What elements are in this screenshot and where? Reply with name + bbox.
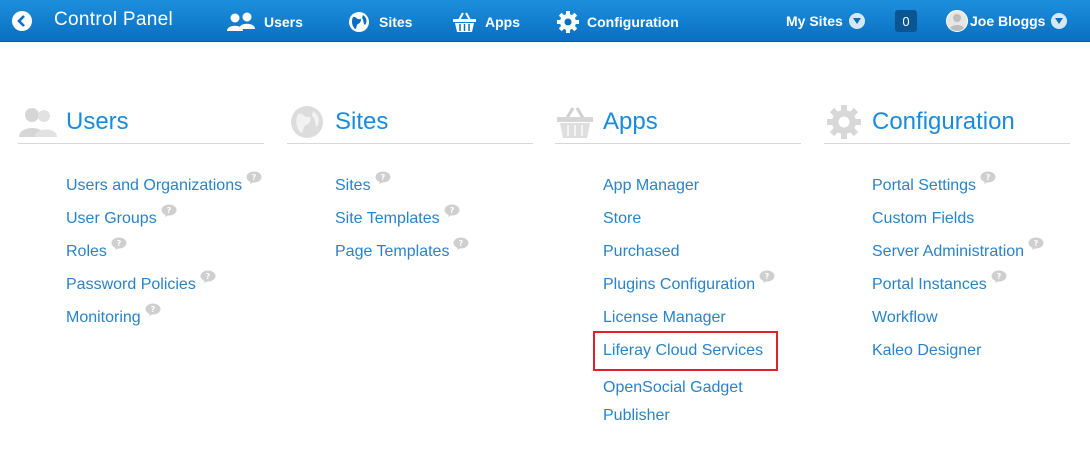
apps-section: Apps App Manager Store Purchased Plugins… bbox=[555, 100, 801, 424]
nav-apps-label: Apps bbox=[485, 14, 520, 30]
link-portal-instances[interactable]: Portal Instances? bbox=[872, 270, 1070, 308]
help-icon[interactable]: ? bbox=[980, 170, 996, 184]
help-icon[interactable]: ? bbox=[1028, 236, 1044, 250]
link-user-groups[interactable]: User Groups? bbox=[66, 204, 264, 242]
sites-section: Sites Sites? Site Templates? Page Templa… bbox=[287, 100, 533, 275]
link-liferay-cloud-services[interactable]: Liferay Cloud Services bbox=[593, 331, 801, 374]
sites-section-header: Sites bbox=[287, 100, 533, 144]
link-site-templates[interactable]: Site Templates? bbox=[335, 204, 533, 242]
svg-text:?: ? bbox=[380, 173, 385, 182]
chevron-down-icon bbox=[848, 13, 865, 29]
svg-text:?: ? bbox=[117, 239, 122, 248]
nav-configuration-label: Configuration bbox=[587, 14, 679, 30]
link-sites[interactable]: Sites? bbox=[335, 171, 533, 209]
svg-text:?: ? bbox=[986, 173, 991, 182]
svg-text:?: ? bbox=[252, 173, 257, 182]
apps-section-title: Apps bbox=[603, 107, 658, 135]
help-icon[interactable]: ? bbox=[111, 236, 127, 250]
link-page-templates[interactable]: Page Templates? bbox=[335, 237, 533, 275]
nav-users[interactable]: Users bbox=[226, 11, 303, 33]
nav-users-label: Users bbox=[264, 14, 303, 30]
link-password-policies[interactable]: Password Policies? bbox=[66, 270, 264, 308]
users-section: Users Users and Organizations? User Grou… bbox=[18, 100, 264, 341]
link-portal-settings[interactable]: Portal Settings? bbox=[872, 171, 1070, 209]
nav-apps[interactable]: Apps bbox=[452, 11, 520, 33]
nav-configuration[interactable]: Configuration bbox=[557, 11, 679, 33]
help-icon[interactable]: ? bbox=[200, 269, 216, 283]
app-title[interactable]: Control Panel bbox=[54, 9, 173, 31]
link-store[interactable]: Store bbox=[603, 209, 801, 242]
svg-text:?: ? bbox=[166, 206, 171, 215]
help-icon[interactable]: ? bbox=[161, 203, 177, 217]
link-kaleo-designer[interactable]: Kaleo Designer bbox=[872, 341, 1070, 374]
back-button[interactable] bbox=[12, 11, 32, 31]
configuration-section-title: Configuration bbox=[872, 107, 1015, 135]
configuration-link-list: Portal Settings? Custom Fields Server Ad… bbox=[824, 171, 1070, 374]
apps-link-list: App Manager Store Purchased Plugins Conf… bbox=[555, 176, 801, 424]
help-icon[interactable]: ? bbox=[759, 269, 775, 283]
svg-text:?: ? bbox=[449, 206, 454, 215]
users-icon bbox=[227, 12, 255, 31]
users-section-title: Users bbox=[66, 107, 129, 135]
sites-section-title: Sites bbox=[335, 107, 389, 135]
user-menu[interactable]: Joe Bloggs bbox=[946, 10, 1068, 32]
svg-text:?: ? bbox=[150, 305, 155, 314]
nav-sites-label: Sites bbox=[379, 14, 413, 30]
link-roles[interactable]: Roles? bbox=[66, 237, 264, 275]
svg-text:?: ? bbox=[996, 272, 1001, 281]
configuration-section-header: Configuration bbox=[824, 100, 1070, 144]
my-sites-menu[interactable]: My Sites bbox=[786, 13, 865, 29]
basket-icon bbox=[453, 12, 476, 32]
globe-icon bbox=[349, 12, 369, 32]
help-icon[interactable]: ? bbox=[991, 269, 1007, 283]
svg-text:?: ? bbox=[459, 239, 464, 248]
notification-count-badge[interactable]: 0 bbox=[895, 10, 917, 32]
top-navigation-bar: Control Panel Users Sites Apps Configura… bbox=[0, 0, 1090, 42]
globe-icon bbox=[287, 104, 327, 140]
basket-icon bbox=[555, 104, 595, 140]
users-link-list: Users and Organizations? User Groups? Ro… bbox=[18, 171, 264, 341]
help-icon[interactable]: ? bbox=[246, 170, 262, 184]
help-icon[interactable]: ? bbox=[145, 302, 161, 316]
link-plugins-configuration[interactable]: Plugins Configuration? bbox=[603, 270, 801, 308]
help-icon[interactable]: ? bbox=[444, 203, 460, 217]
help-icon[interactable]: ? bbox=[453, 236, 469, 250]
user-name: Joe Bloggs bbox=[970, 13, 1046, 29]
help-icon[interactable]: ? bbox=[375, 170, 391, 184]
link-workflow[interactable]: Workflow bbox=[872, 308, 1070, 341]
link-app-manager[interactable]: App Manager bbox=[603, 176, 801, 209]
nav-sites[interactable]: Sites bbox=[347, 11, 412, 33]
chevron-down-icon bbox=[1051, 13, 1068, 29]
link-monitoring[interactable]: Monitoring? bbox=[66, 303, 264, 341]
gear-icon bbox=[557, 11, 579, 33]
my-sites-label: My Sites bbox=[786, 13, 843, 29]
users-icon bbox=[18, 104, 58, 140]
configuration-section: Configuration Portal Settings? Custom Fi… bbox=[824, 100, 1070, 374]
sites-link-list: Sites? Site Templates? Page Templates? bbox=[287, 171, 533, 275]
link-server-administration[interactable]: Server Administration? bbox=[872, 237, 1070, 275]
gear-icon bbox=[824, 104, 864, 140]
chevron-left-icon bbox=[17, 15, 25, 27]
apps-section-header: Apps bbox=[555, 100, 801, 144]
svg-text:?: ? bbox=[765, 272, 770, 281]
link-opensocial-gadget-publisher[interactable]: OpenSocial Gadget Publisher bbox=[603, 374, 801, 424]
avatar bbox=[946, 10, 968, 32]
users-section-header: Users bbox=[18, 100, 264, 144]
svg-text:?: ? bbox=[1034, 239, 1039, 248]
svg-text:?: ? bbox=[206, 272, 211, 281]
